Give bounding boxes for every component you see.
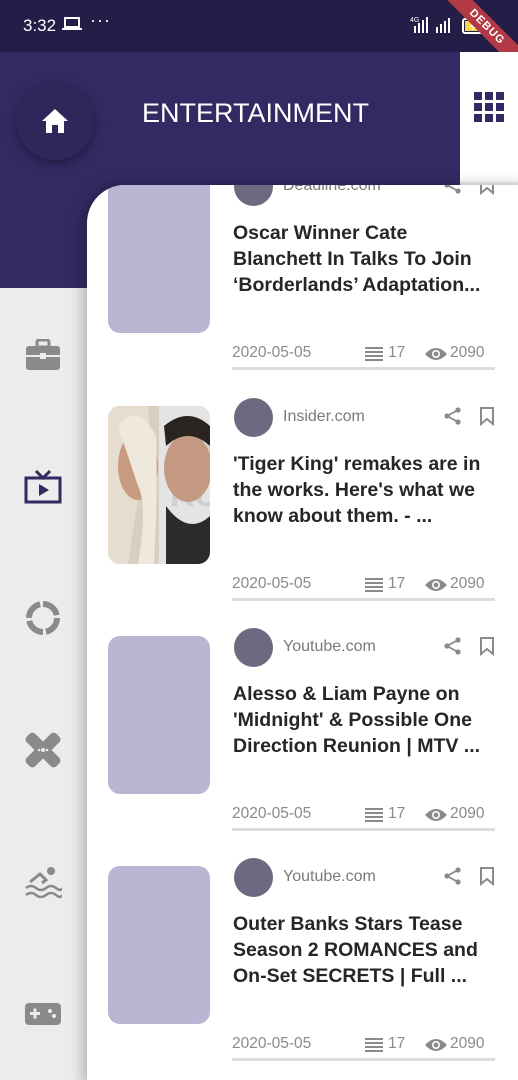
share-icon[interactable] [443, 636, 463, 661]
status-bar: 3:32 ··· 4G DEBUG [0, 0, 518, 80]
list-icon [365, 1037, 383, 1058]
bookmark-icon[interactable] [479, 636, 495, 661]
grid-icon [474, 92, 504, 122]
share-icon[interactable] [443, 185, 463, 200]
article-title[interactable]: Oscar Winner Cate Blanchett In Talks To … [233, 220, 495, 298]
article-thumbnail: TH RU [108, 406, 210, 564]
share-icon[interactable] [443, 406, 463, 431]
signal-icon: 4G [410, 16, 456, 39]
source-avatar [234, 858, 273, 897]
article-count: 17 [388, 805, 406, 822]
bookmark-icon[interactable] [479, 866, 495, 891]
article-count: 17 [388, 1035, 406, 1052]
briefcase-icon[interactable] [24, 336, 62, 374]
article-card[interactable]: TH RU Insider.com 'Tiger King' remakes a… [87, 376, 518, 606]
eye-icon [424, 1037, 448, 1058]
article-views: 2090 [450, 1035, 485, 1052]
article-views: 2090 [450, 344, 485, 361]
bookmark-icon[interactable] [479, 406, 495, 431]
article-title[interactable]: 'Tiger King' remakes are in the works. H… [233, 451, 495, 529]
eye-icon [424, 807, 448, 828]
article-thumbnail [108, 866, 210, 1024]
gamepad-icon[interactable] [24, 995, 62, 1033]
card-divider [232, 1058, 495, 1061]
article-date: 2020-05-05 [232, 805, 312, 822]
article-card[interactable]: Youtube.com Alesso & Liam Payne on 'Midn… [87, 606, 518, 836]
source-name: Deadline.com [283, 185, 381, 194]
article-card[interactable]: Youtube.com Outer Banks Stars Tease Seas… [87, 836, 518, 1066]
laptop-icon [62, 16, 82, 37]
card-divider [232, 598, 495, 601]
card-divider [232, 367, 495, 370]
apps-grid-button[interactable] [460, 52, 518, 182]
article-thumbnail [108, 185, 210, 333]
article-count: 17 [388, 344, 406, 361]
article-views: 2090 [450, 575, 485, 592]
article-date: 2020-05-05 [232, 344, 312, 361]
source-name: Youtube.com [283, 638, 376, 655]
list-icon [365, 807, 383, 828]
article-card[interactable]: Deadline.com Oscar Winner Cate Blanchett… [87, 185, 518, 375]
category-sidebar [0, 288, 88, 1080]
svg-text:4G: 4G [410, 17, 419, 24]
card-divider [232, 828, 495, 831]
bandage-icon[interactable] [24, 731, 62, 769]
source-avatar [234, 628, 273, 667]
eye-icon [424, 346, 448, 367]
article-date: 2020-05-05 [232, 1035, 312, 1052]
more-notifications-icon: ··· [90, 10, 111, 30]
article-thumbnail [108, 636, 210, 794]
article-title[interactable]: Outer Banks Stars Tease Season 2 ROMANCE… [233, 911, 495, 989]
home-icon [42, 109, 68, 133]
swimming-icon[interactable] [24, 864, 62, 902]
tv-icon[interactable] [24, 468, 62, 506]
article-views: 2090 [450, 805, 485, 822]
article-count: 17 [388, 575, 406, 592]
home-button[interactable] [16, 82, 94, 160]
eye-icon [424, 577, 448, 598]
share-icon[interactable] [443, 866, 463, 891]
status-time: 3:32 [23, 16, 57, 35]
source-name: Insider.com [283, 408, 365, 425]
source-avatar [234, 398, 273, 437]
article-list[interactable]: Deadline.com Oscar Winner Cate Blanchett… [87, 185, 518, 1080]
article-date: 2020-05-05 [232, 575, 312, 592]
list-icon [365, 577, 383, 598]
bookmark-icon[interactable] [479, 185, 495, 200]
source-name: Youtube.com [283, 868, 376, 885]
source-avatar [234, 185, 273, 206]
list-icon [365, 346, 383, 367]
circle-progress-icon[interactable] [24, 599, 62, 637]
article-title[interactable]: Alesso & Liam Payne on 'Midnight' & Poss… [233, 681, 495, 759]
page-title: ENTERTAINMENT [142, 98, 370, 128]
